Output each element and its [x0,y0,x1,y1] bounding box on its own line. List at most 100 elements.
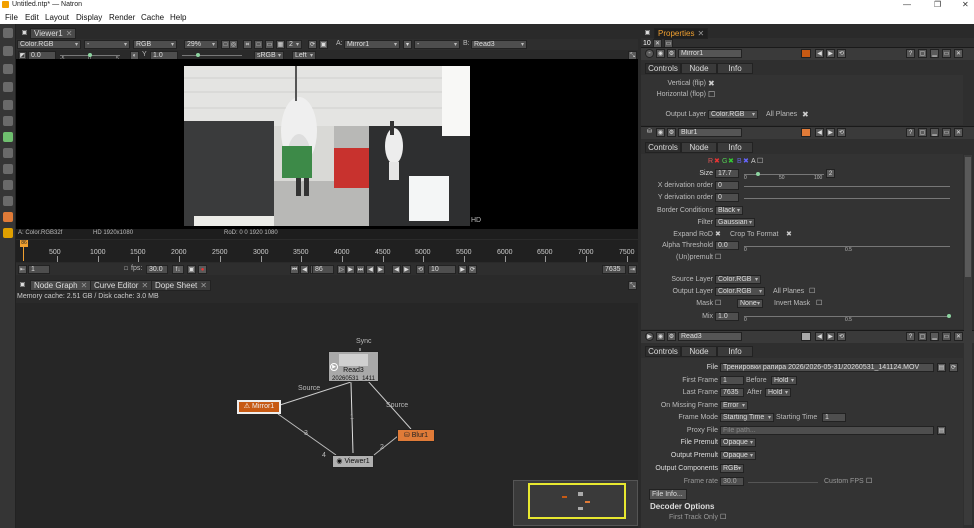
border-conditions-select[interactable]: Black [715,206,743,215]
redo-icon[interactable]: ▶ [826,332,835,341]
set-start-icon[interactable]: ⇤ [18,265,27,274]
frame-count-select[interactable]: 2 [286,40,302,49]
restore-defaults-icon[interactable]: ⟲ [837,49,846,58]
node-color-swatch[interactable] [801,128,811,137]
layer-select[interactable]: Color.RGB [17,40,81,49]
center-node-icon[interactable]: ◉ [656,332,665,341]
extra-tools-icon[interactable] [3,228,13,238]
proxy-file-field[interactable]: File path... [720,426,934,435]
reload-icon[interactable]: ⟳ [949,363,958,372]
size-field[interactable]: 17.7 [715,169,739,178]
menu-help[interactable]: Help [170,13,186,22]
size-dimension-button[interactable]: 2 [826,169,835,178]
channel-a-checkbox[interactable]: ☐ [757,157,763,165]
settings-icon[interactable]: ⚙ [667,332,676,341]
float-icon[interactable]: ▢ [918,332,927,341]
tab-dope-sheet[interactable]: Dope Sheet ✕ [151,280,211,291]
max-panels-field[interactable]: 10 [643,40,651,47]
gain-knob[interactable] [88,53,92,57]
minimize-icon[interactable]: ▁ [930,49,939,58]
menu-render[interactable]: Render [109,13,135,22]
roi-icon[interactable]: ▦ [276,40,285,49]
help-button[interactable]: ? [906,332,915,341]
close-button[interactable]: ✕ [962,0,969,9]
node-mirror1[interactable]: ⚠ Mirror1 [237,400,281,414]
next-step-icon[interactable]: ▶ [458,265,467,274]
first-frame-field[interactable]: 1 [720,376,744,385]
file-info-button[interactable]: File Info... [649,489,687,500]
menu-file[interactable]: File [5,13,18,22]
file-premult-select[interactable]: Opaque [720,438,756,447]
custom-fps-checkbox[interactable]: ☐ [866,477,872,485]
pause-icon[interactable]: ▣ [319,40,328,49]
scrollbar-thumb[interactable] [965,157,971,277]
tab-blur-info[interactable]: Info [717,142,753,153]
minimize-icon[interactable]: ▁ [930,332,939,341]
paint-tools-icon[interactable] [3,46,13,56]
tab-mirror-node[interactable]: Node [681,63,717,74]
next-increment-icon[interactable]: ▶ [402,265,411,274]
crop-icon[interactable]: ⌗ [243,40,252,49]
plugin-tools-icon[interactable] [3,212,13,222]
refresh-icon[interactable]: ⟳ [308,40,317,49]
transform-tools-icon[interactable] [3,164,13,174]
menu-layout[interactable]: Layout [45,13,69,22]
crop-to-format-checkbox[interactable]: ✖ [786,230,792,238]
menu-cache[interactable]: Cache [141,13,164,22]
center-node-icon[interactable]: ◉ [656,49,665,58]
undo-icon[interactable]: ◀ [815,332,824,341]
horizontal-flop-checkbox[interactable]: ☐ [708,90,715,99]
tab-mirror-info[interactable]: Info [717,63,753,74]
help-button[interactable]: ? [906,128,915,137]
settings-icon[interactable]: ⚙ [667,49,676,58]
fps-field[interactable]: 30.0 [146,265,168,274]
last-frame-field[interactable]: 7635 [720,388,744,397]
maximize-icon[interactable]: ▭ [942,332,951,341]
float-icon[interactable]: ▢ [918,49,927,58]
all-planes-checkbox[interactable]: ✖ [802,110,809,119]
pane-menu-icon[interactable]: ▣ [18,281,27,290]
play-backward-icon[interactable]: ◀ [300,265,309,274]
mix-knob[interactable] [947,314,951,318]
tab-viewer1[interactable]: Viewer1 ✕ [30,28,77,39]
alpha-select[interactable]: - [84,40,130,49]
redo-icon[interactable]: ▶ [826,128,835,137]
tab-node-graph[interactable]: Node Graph ✕ [30,280,92,291]
close-icon[interactable]: ✕ [954,332,963,341]
mirror-name-field[interactable]: Mirror1 [678,49,742,58]
blur-output-layer-select[interactable]: Color.RGB [715,287,765,296]
loop-icon[interactable]: ⟲ [416,265,425,274]
node-color-swatch[interactable] [801,332,811,341]
help-button[interactable]: ? [906,49,915,58]
turbo-icon[interactable]: ▣ [187,265,196,274]
views-tools-icon[interactable] [3,180,13,190]
channel-r-checkbox[interactable]: ✖ [714,157,720,165]
tab-properties[interactable]: Properties ✕ [654,28,709,39]
menu-edit[interactable]: Edit [25,13,39,22]
unpremult-checkbox[interactable]: ☐ [715,253,721,261]
gamma-knob[interactable] [196,53,200,57]
last-frame-icon[interactable]: ⏭ [356,265,365,274]
next-keyframe-icon[interactable]: ▶ [376,265,385,274]
mix-field[interactable]: 1.0 [715,312,739,321]
restore-defaults-icon[interactable]: ⟲ [837,332,846,341]
frame-rate-slider[interactable] [748,482,818,483]
all-planes-checkbox[interactable]: ☐ [809,287,815,295]
current-frame-field[interactable]: 86 [312,265,334,274]
redo-icon[interactable]: ▶ [826,49,835,58]
maximize-icon[interactable]: ▭ [942,49,951,58]
minimize-icon[interactable]: ▁ [930,128,939,137]
output-premult-select[interactable]: Opaque [720,451,756,460]
end-frame-field[interactable]: 7635 [602,265,626,274]
channels-select[interactable]: RGB [133,40,177,49]
gamma-slider[interactable] [182,55,242,56]
play-icon[interactable]: ▶ [645,332,654,341]
image-tools-icon[interactable] [3,28,13,38]
set-end-icon[interactable]: ⇥ [628,265,637,274]
tab-blur-node[interactable]: Node [681,142,717,153]
first-track-checkbox[interactable]: ☐ [720,513,726,521]
tab-read-info[interactable]: Info [717,346,753,357]
channel-tools-icon[interactable] [3,82,13,92]
starting-time-field[interactable]: 1 [822,413,846,422]
close-icon[interactable]: ✕ [954,128,963,137]
